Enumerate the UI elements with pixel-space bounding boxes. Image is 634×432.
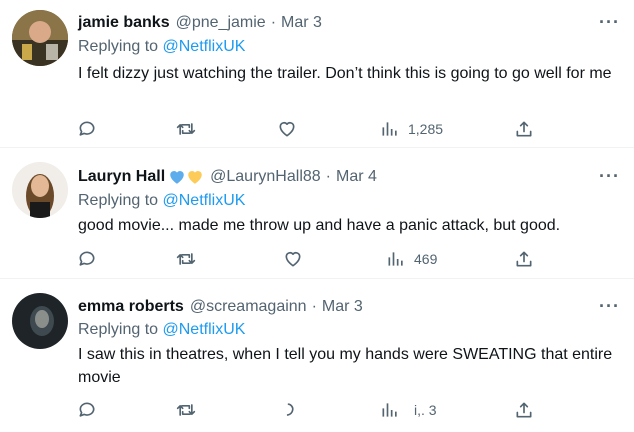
action-bar: 1,285 [0,117,634,141]
display-name[interactable]: emma roberts [78,298,184,316]
more-options-icon[interactable]: ··· [599,166,620,187]
like-button[interactable] [277,117,297,141]
share-icon [516,402,532,418]
like-button[interactable] [283,247,303,271]
retweet-icon [176,123,196,135]
view-count: 469 [414,251,438,267]
retweet-button[interactable] [176,117,196,141]
mention-link[interactable]: @NetflixUK [163,192,246,209]
analytics-icon [382,403,397,417]
display-name[interactable]: jamie banks [78,14,170,32]
tweet-text: I felt dizzy just watching the trailer. … [78,65,612,82]
avatar[interactable] [12,10,68,66]
name-emoji [168,168,204,186]
user-handle[interactable]: @screamagainn [190,298,307,316]
tweet-2[interactable]: Lauryn Hall @LaurynHall88 · Mar 4 ··· Re… [0,148,634,279]
reply-icon [79,402,95,417]
avatar[interactable] [12,293,68,349]
heart-outline-icon [286,403,294,416]
mention-link[interactable]: @NetflixUK [163,321,246,338]
retweet-icon [176,404,196,416]
analytics-icon [382,122,397,136]
action-bar: i,. 3 [0,398,634,422]
separator-dot: · [311,298,317,315]
tweet-date[interactable]: Mar 3 [281,14,322,32]
replying-to-label: Replying to [78,38,159,55]
replying-to: Replying to @NetflixUK [78,321,245,339]
separator-dot: · [325,168,331,185]
mention-link[interactable]: @NetflixUK [163,38,246,55]
retweet-icon [176,253,196,265]
reply-button[interactable] [77,117,97,141]
reply-icon [79,251,95,266]
tweet-text: good movie... made me throw up and have … [78,217,561,234]
more-options-icon[interactable]: ··· [599,12,620,33]
tweet-date[interactable]: Mar 3 [322,298,363,316]
yellow-heart-icon [188,171,202,184]
avatar[interactable] [12,162,68,218]
analytics-icon [388,252,403,266]
views-button[interactable]: 1,285 [380,117,443,141]
tweet-3[interactable]: emma roberts @screamagainn · Mar 3 ··· R… [0,279,634,432]
like-button[interactable] [281,398,301,422]
share-button[interactable] [514,398,534,422]
replying-to-label: Replying to [78,192,159,209]
display-name[interactable]: Lauryn Hall [78,168,165,186]
share-button[interactable] [514,117,534,141]
replying-to: Replying to @NetflixUK [78,192,245,210]
retweet-button[interactable] [176,247,196,271]
reply-button[interactable] [77,398,97,422]
user-handle[interactable]: @pne_jamie [176,14,266,32]
view-count: i,. 3 [414,402,437,418]
heart-outline-icon [279,121,295,137]
more-options-icon[interactable]: ··· [599,296,620,317]
action-bar: 469 [0,247,634,271]
share-button[interactable] [514,247,534,271]
replying-to-label: Replying to [78,321,159,338]
tweet-1[interactable]: jamie banks @pne_jamie · Mar 3 ··· Reply… [0,0,634,148]
share-icon [516,251,532,267]
user-handle[interactable]: @LaurynHall88 [210,168,321,186]
tweet-date[interactable]: Mar 4 [336,168,377,186]
reply-button[interactable] [77,247,97,271]
retweet-button[interactable] [176,398,196,422]
separator-dot: · [270,14,277,31]
tweet-text: I saw this in theatres, when I tell you … [78,346,613,386]
blue-heart-icon [170,171,184,184]
views-button[interactable]: 469 [386,247,437,271]
replying-to: Replying to @NetflixUK [78,38,245,56]
reply-icon [79,121,95,136]
heart-outline-icon [285,251,301,267]
view-count: 1,285 [408,121,444,137]
share-icon [516,121,532,137]
views-button[interactable]: i,. 3 [380,398,437,422]
